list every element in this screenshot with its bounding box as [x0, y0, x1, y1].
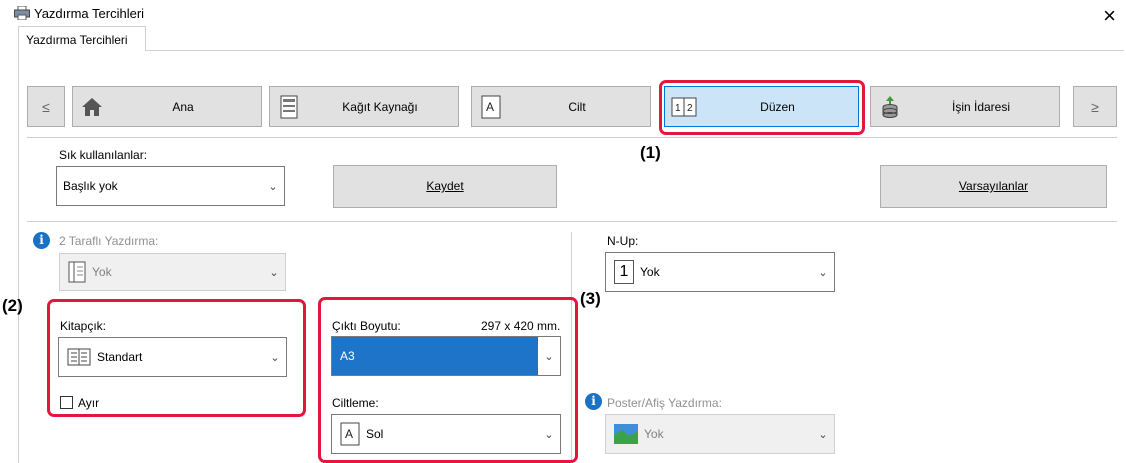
- binding-select[interactable]: A Sol ⌄: [331, 414, 561, 454]
- tab-kagit-kaynagi[interactable]: Kağıt Kaynağı: [269, 86, 459, 127]
- binding-icon: A: [478, 94, 504, 120]
- nav-separator: [27, 137, 1117, 138]
- tab-kagit-kaynagi-label: Kağıt Kaynağı: [342, 99, 418, 114]
- booklet-value: Standart: [97, 350, 143, 364]
- chevron-down-icon: ⌄: [818, 428, 828, 441]
- output-size-value: A3: [332, 337, 538, 375]
- booklet-select[interactable]: Standart ⌄: [58, 337, 287, 377]
- nav-prev-button[interactable]: ≤: [27, 86, 65, 127]
- chevron-down-icon: ⌄: [818, 266, 828, 279]
- nup-label: N-Up:: [607, 234, 639, 248]
- callout-3: (3): [580, 289, 601, 308]
- output-size-label: Çıktı Boyutu:: [332, 319, 401, 333]
- favorites-label: Sık kullanılanlar:: [59, 148, 148, 162]
- nav-next-button[interactable]: ≥: [1073, 86, 1117, 127]
- poster-value: Yok: [644, 427, 664, 441]
- home-icon: [79, 94, 105, 120]
- chevron-down-icon: ⌄: [268, 180, 278, 193]
- callout-1: (1): [640, 143, 661, 162]
- separate-label: Ayır: [78, 396, 100, 410]
- nup-value: Yok: [640, 265, 660, 279]
- separate-checkbox[interactable]: [60, 396, 73, 409]
- svg-text:A: A: [486, 100, 494, 114]
- booklet-label: Kitapçık:: [60, 319, 107, 333]
- tab-yazdirma-tercihleri[interactable]: Yazdırma Tercihleri: [18, 26, 146, 51]
- duplex-select[interactable]: Yok ⌄: [59, 253, 286, 291]
- nup-number-icon: 1: [614, 260, 634, 284]
- poster-label: Poster/Afiş Yazdırma:: [607, 396, 722, 410]
- nav-prev-glyph: ≤: [42, 98, 50, 115]
- paper-tray-icon: [276, 94, 302, 120]
- tab-isin-idaresi-label: İşin İdaresi: [951, 99, 1011, 114]
- highlight-duzen: [659, 80, 865, 135]
- duplex-book-icon: [68, 261, 86, 283]
- favorites-select[interactable]: Başlık yok ⌄: [56, 166, 285, 206]
- tab-cilt[interactable]: A Cilt: [471, 86, 651, 127]
- svg-text:A: A: [345, 427, 353, 441]
- binding-value: Sol: [366, 427, 384, 441]
- poster-select[interactable]: Yok ⌄: [605, 414, 835, 454]
- favorites-separator: [27, 221, 1117, 222]
- binding-a-icon: A: [340, 422, 360, 446]
- save-button[interactable]: Kaydet: [333, 165, 557, 208]
- tab-label: Yazdırma Tercihleri: [26, 33, 128, 47]
- panel-border: [18, 50, 19, 463]
- nup-select[interactable]: 1 Yok ⌄: [605, 252, 835, 292]
- defaults-button-label: Varsayılanlar: [958, 179, 1029, 193]
- defaults-button[interactable]: Varsayılanlar: [880, 165, 1107, 208]
- nav-next-glyph: ≥: [1091, 98, 1099, 115]
- duplex-value: Yok: [92, 265, 112, 279]
- info-icon: i: [585, 393, 602, 410]
- tab-ana[interactable]: Ana: [72, 86, 262, 127]
- tab-ana-label: Ana: [172, 99, 194, 114]
- window-title: Yazdırma Tercihleri: [34, 6, 145, 21]
- favorites-value: Başlık yok: [63, 179, 118, 193]
- output-size-select[interactable]: A3 ⌄: [331, 336, 561, 376]
- tab-strip-line: [146, 50, 1124, 51]
- info-icon: i: [33, 232, 50, 249]
- save-button-label: Kaydet: [426, 179, 464, 193]
- tab-cilt-label: Cilt: [568, 99, 586, 114]
- job-handling-icon: [877, 94, 903, 120]
- booklet-icon: [67, 348, 91, 366]
- duplex-label: 2 Taraflı Yazdırma:: [59, 234, 159, 248]
- chevron-down-icon: ⌄: [269, 266, 279, 279]
- close-button[interactable]: ×: [1103, 4, 1116, 28]
- chevron-down-icon: ⌄: [544, 428, 554, 441]
- output-size-dimension: 297 x 420 mm.: [481, 319, 561, 333]
- tab-isin-idaresi[interactable]: İşin İdaresi: [870, 86, 1060, 127]
- chevron-down-icon: ⌄: [270, 351, 280, 364]
- callout-2: (2): [2, 296, 23, 315]
- poster-image-icon: [614, 424, 638, 444]
- printer-icon: [14, 6, 30, 20]
- chevron-down-icon: ⌄: [544, 350, 554, 363]
- binding-label: Ciltleme:: [332, 396, 379, 410]
- title-bar: Yazdırma Tercihleri ×: [0, 0, 1126, 28]
